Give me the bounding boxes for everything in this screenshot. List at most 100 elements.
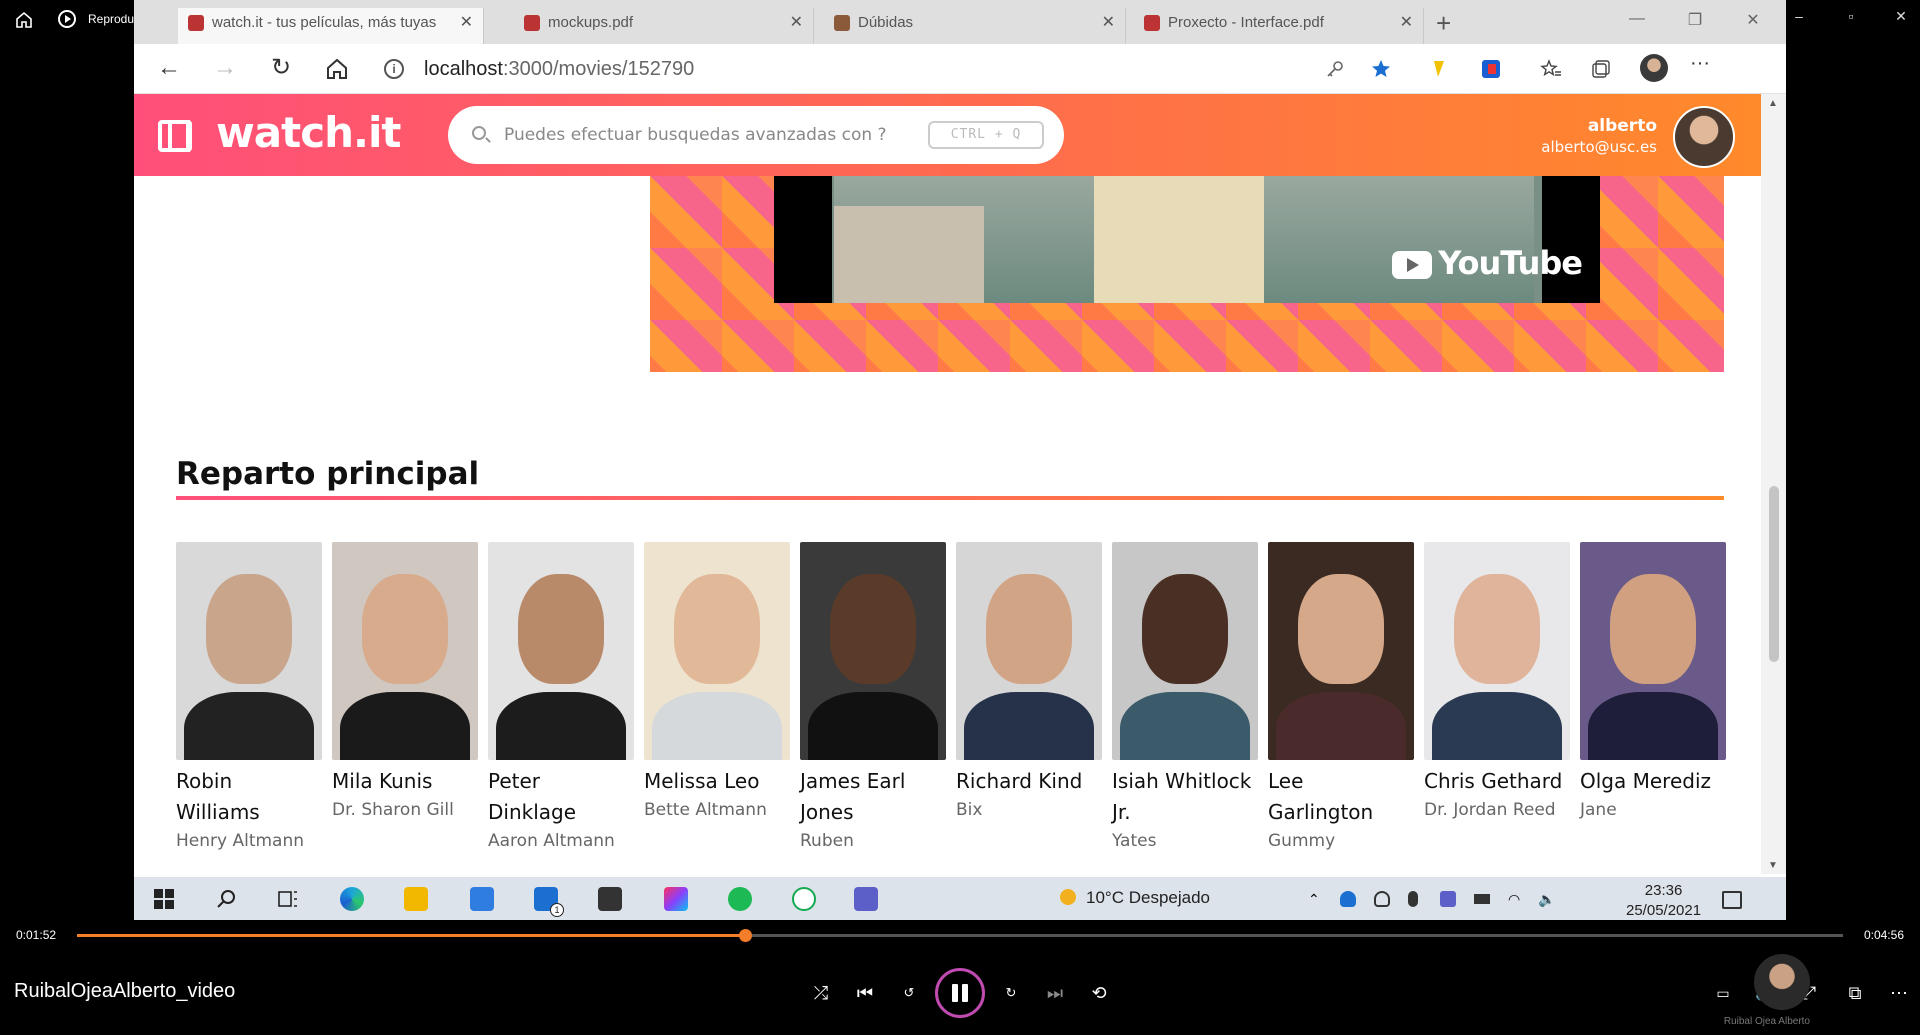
new-tab-button[interactable]: +	[1436, 8, 1451, 39]
more-icon[interactable]: ···	[1690, 52, 1712, 74]
scroll-up-icon[interactable]: ▲	[1768, 98, 1778, 109]
cloud-icon[interactable]	[1374, 891, 1390, 907]
refresh-button[interactable]: ↻	[266, 54, 296, 84]
more-options-icon[interactable]: ⋯	[1884, 978, 1914, 1008]
pause-button[interactable]	[935, 968, 985, 1018]
tab-proxecto[interactable]: Proxecto - Interface.pdf ✕	[1134, 8, 1424, 44]
close-button[interactable]: ✕	[1738, 10, 1768, 30]
file-explorer-icon[interactable]	[404, 887, 428, 911]
todo-icon[interactable]	[470, 887, 494, 911]
actor-photo	[956, 542, 1102, 760]
seek-bar-thumb[interactable]	[738, 929, 752, 942]
scroll-down-icon[interactable]: ▼	[1768, 860, 1778, 871]
intellij-icon[interactable]	[664, 887, 688, 911]
favorites-icon[interactable]	[1540, 58, 1562, 80]
extension-icon[interactable]	[1428, 58, 1450, 80]
volume-icon[interactable]: 🔈	[1538, 891, 1555, 907]
repeat-icon[interactable]: ⟲	[1084, 978, 1114, 1008]
minimize-button[interactable]: –	[1784, 8, 1814, 24]
close-icon[interactable]: ✕	[1400, 8, 1413, 38]
moon-icon	[1060, 889, 1076, 905]
character-name: Gummy	[1268, 831, 1336, 851]
wifi-icon[interactable]: ◠	[1508, 891, 1524, 907]
key-icon[interactable]	[1324, 58, 1346, 80]
search-input[interactable]	[504, 120, 904, 150]
elapsed-time: 0:01:52	[16, 928, 57, 942]
chevron-up-icon[interactable]: ⌃	[1308, 891, 1324, 907]
mongodb-icon[interactable]	[792, 887, 816, 911]
user-avatar[interactable]	[1673, 106, 1735, 168]
user-name[interactable]: alberto	[1588, 116, 1657, 136]
taskbar-clock[interactable]: 23:36 25/05/2021	[1626, 881, 1701, 920]
spotify-icon[interactable]	[728, 887, 752, 911]
search-icon[interactable]	[214, 887, 238, 911]
cast-card[interactable]: Robin Williams Henry Altmann	[176, 542, 322, 854]
cast-card[interactable]: Lee Garlington Gummy	[1268, 542, 1414, 854]
profile-avatar[interactable]	[1640, 54, 1668, 82]
skip-forward-30-icon[interactable]: ↻	[996, 978, 1026, 1008]
cast-card[interactable]: Melissa Leo Bette Altmann	[644, 542, 790, 823]
restore-button[interactable]: ❐	[1680, 10, 1710, 30]
seek-bar[interactable]	[77, 929, 1843, 942]
cast-card[interactable]: Mila Kunis Dr. Sharon Gill	[332, 542, 478, 823]
actor-photo	[176, 542, 322, 760]
next-icon[interactable]: ⏭	[1040, 978, 1070, 1008]
actor-name: Olga Merediz	[1580, 769, 1712, 793]
scroll-thumb[interactable]	[1769, 486, 1779, 662]
close-icon[interactable]: ✕	[1102, 8, 1115, 38]
character-name: Dr. Sharon Gill	[332, 800, 454, 820]
tab-dubidas[interactable]: Dúbidas ✕	[824, 8, 1126, 44]
keyboard-shortcut-hint: CTRL + Q	[928, 121, 1044, 149]
mini-view-icon[interactable]: ⧉	[1840, 978, 1870, 1008]
forward-button[interactable]: →	[210, 54, 240, 84]
trailer-player[interactable]: YouTube	[774, 176, 1600, 303]
back-button[interactable]: ←	[154, 54, 184, 84]
info-icon[interactable]: i	[384, 59, 404, 79]
weather-text: 10°C Despejado	[1086, 888, 1210, 907]
skip-back-10-icon[interactable]: ↺	[894, 978, 924, 1008]
tab-watchit[interactable]: watch.it - tus películas, más tuyas ✕	[178, 8, 484, 44]
pdf-icon	[1144, 15, 1160, 31]
home-icon[interactable]	[322, 54, 352, 84]
youtube-logo[interactable]: YouTube	[1392, 244, 1583, 282]
previous-icon[interactable]: ⏮	[850, 978, 880, 1008]
cast-card[interactable]: Richard Kind Bix	[956, 542, 1102, 823]
star-filled-icon[interactable]	[1370, 58, 1392, 80]
tab-mockups[interactable]: mockups.pdf ✕	[514, 8, 814, 44]
url-field[interactable]: i localhost:3000/movies/152790	[384, 55, 1464, 85]
windows-start-icon[interactable]	[152, 887, 176, 911]
maximize-button[interactable]: ▫	[1836, 8, 1866, 24]
cast-card[interactable]: Chris Gethard Dr. Jordan Reed	[1424, 542, 1570, 823]
onedrive-icon[interactable]	[1340, 891, 1356, 907]
site-logo[interactable]: watch.it	[216, 108, 401, 157]
battery-icon[interactable]	[1474, 894, 1490, 904]
extension-icon[interactable]	[1480, 58, 1502, 80]
terminal-icon[interactable]	[598, 887, 622, 911]
user-email: alberto@usc.es	[1541, 138, 1657, 156]
url-text: localhost:3000/movies/152790	[424, 58, 694, 81]
weather-widget[interactable]: 10°C Despejado	[1060, 888, 1210, 908]
cast-card[interactable]: Isiah Whitlock Jr. Yates	[1112, 542, 1258, 854]
actor-photo	[488, 542, 634, 760]
task-view-icon[interactable]	[276, 887, 300, 911]
cast-card[interactable]: Peter Dinklage Aaron Altmann	[488, 542, 634, 854]
section-title: Reparto principal	[176, 456, 480, 492]
minimize-button[interactable]: —	[1622, 10, 1652, 28]
close-icon[interactable]: ✕	[790, 8, 803, 38]
cast-card[interactable]: James Earl Jones Ruben	[800, 542, 946, 854]
teams-tray-icon[interactable]	[1440, 891, 1456, 907]
microphone-icon[interactable]	[1408, 891, 1418, 907]
home-icon[interactable]	[14, 10, 34, 30]
close-button[interactable]: ✕	[1886, 8, 1916, 25]
page-scrollbar[interactable]: ▲ ▼	[1761, 94, 1786, 874]
presenter-name: Ruibal Ojea Alberto	[1723, 1016, 1810, 1027]
notifications-icon[interactable]	[1722, 891, 1742, 909]
shuffle-icon[interactable]: ⤮	[806, 978, 836, 1008]
subtitles-icon[interactable]: ▭	[1708, 978, 1738, 1008]
mail-icon[interactable]: 1	[534, 887, 564, 917]
cast-card[interactable]: Olga Merediz Jane	[1580, 542, 1726, 823]
collections-icon[interactable]	[1590, 58, 1612, 80]
close-icon[interactable]: ✕	[460, 8, 473, 38]
teams-icon[interactable]	[854, 887, 878, 911]
edge-icon[interactable]	[340, 887, 364, 911]
